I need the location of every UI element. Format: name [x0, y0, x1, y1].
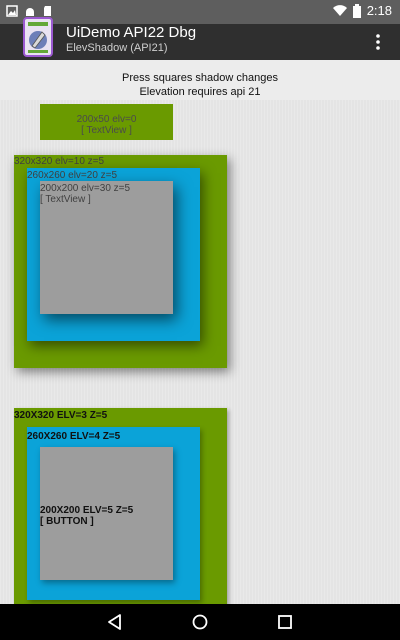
button-inner-label: 200X200 ELV=5 Z=5 [ BUTTON ] [40, 504, 134, 527]
app-title: UiDemo API22 Dbg [66, 24, 197, 41]
textview-inner-gray[interactable]: 200x200 elv=30 z=5 [ TextView ] [40, 181, 173, 314]
instructions-line-1: Press squares shadow changes [122, 72, 278, 84]
home-icon[interactable] [191, 613, 209, 631]
small-textview[interactable]: 200x50 elv=0 [ TextView ] [40, 104, 173, 140]
overflow-menu-icon[interactable] [374, 32, 382, 52]
app-bar: UiDemo API22 Dbg ElevShadow (API21) [0, 17, 400, 60]
status-bar: 2:18 [0, 0, 400, 24]
instructions-header: Press squares shadow changes Elevation r… [0, 60, 400, 100]
app-logo-icon [23, 17, 53, 57]
back-icon[interactable] [106, 613, 124, 631]
button-outer-label: 320X320 ELV=3 Z=5 [14, 410, 108, 421]
button-inner-gray[interactable]: 200X200 ELV=5 Z=5 [ BUTTON ] [40, 447, 173, 580]
instructions-line-2: Elevation requires api 21 [139, 86, 261, 98]
textview-mid-label: 260x260 elv=20 z=5 [27, 170, 118, 181]
navigation-bar [0, 604, 400, 640]
small-textview-label: 200x50 elv=0 [ TextView ] [76, 114, 137, 136]
content-area[interactable]: Press squares shadow changes Elevation r… [0, 60, 400, 604]
photo-icon [6, 5, 18, 17]
battery-icon [352, 3, 361, 18]
app-subtitle: ElevShadow (API21) [66, 42, 168, 54]
recents-icon[interactable] [276, 613, 294, 631]
button-mid-label: 260X260 ELV=4 Z=5 [27, 431, 121, 442]
status-time: 2:18 [366, 3, 392, 18]
textview-outer-label: 320x320 elv=10 z=5 [14, 156, 105, 167]
wifi-icon [332, 4, 347, 16]
textview-inner-label: 200x200 elv=30 z=5 [ TextView ] [40, 183, 131, 205]
